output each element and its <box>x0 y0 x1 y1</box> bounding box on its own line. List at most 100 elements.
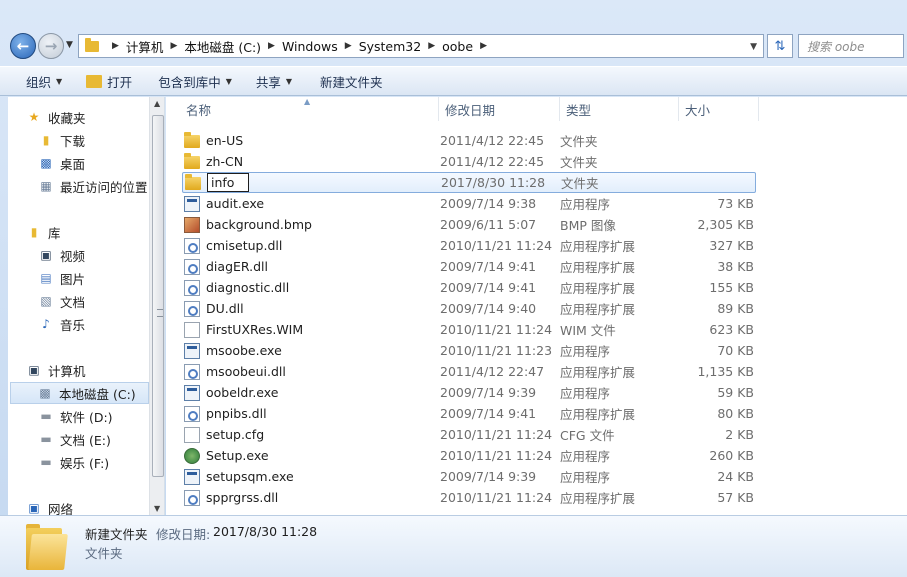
arrow-right-icon: → <box>44 37 58 55</box>
folder-icon <box>184 153 200 169</box>
breadcrumb-system32[interactable]: System32 <box>359 39 422 54</box>
file-type: 应用程序扩展 <box>560 239 636 254</box>
file-row[interactable]: spprgrss.dll 2010/11/21 11:24 应用程序扩展 57 KB <box>182 487 756 508</box>
file-row[interactable]: oobeldr.exe 2009/7/14 9:39 应用程序 59 KB <box>182 382 756 403</box>
refresh-button[interactable]: ⇅ <box>767 34 793 58</box>
column-header-date[interactable]: 修改日期 <box>439 97 560 121</box>
breadcrumb-windows[interactable]: Windows <box>282 39 338 54</box>
file-row[interactable]: diagER.dll 2009/7/14 9:41 应用程序扩展 38 KB <box>182 256 756 277</box>
nav-drive-d[interactable]: ▬ 软件 (D:) <box>38 405 164 427</box>
column-header-name[interactable]: 名称 ▲ <box>166 97 439 121</box>
nav-network[interactable]: ▣ 网络 <box>26 497 164 515</box>
file-row[interactable]: setup.cfg 2010/11/21 11:24 CFG 文件 2 KB <box>182 424 756 445</box>
folder-icon <box>85 37 99 52</box>
search-input[interactable]: 搜索 oobe <box>798 34 904 58</box>
file-date: 2011/4/12 22:45 <box>440 154 545 169</box>
file-row[interactable]: info 2017/8/30 11:28 文件夹 <box>182 172 756 193</box>
file-name: diagER.dll <box>206 259 268 274</box>
file-name-cell: Setup.exe <box>182 447 440 464</box>
file-name-cell: background.bmp <box>182 216 440 233</box>
navigation-pane: ★ 收藏夹 ▮ 下载 ▩ 桌面 ▦ 最近访问的位置 ▮ 库 ▣ 视频 ▤ 图片 ▧ 文档 ♪ 音乐… <box>8 97 165 515</box>
nav-desktop[interactable]: ▩ 桌面 <box>38 152 164 174</box>
nav-computer[interactable]: ▣ 计算机 <box>26 359 164 381</box>
file-row[interactable]: setupsqm.exe 2009/7/14 9:39 应用程序 24 KB <box>182 466 756 487</box>
file-date: 2010/11/21 11:23 <box>440 343 553 358</box>
open-button[interactable]: 打开 <box>78 69 140 93</box>
file-name-cell: cmisetup.dll <box>182 237 440 254</box>
nav-libraries[interactable]: ▮ 库 <box>26 221 164 243</box>
organize-button[interactable]: 组织 ▼ <box>18 69 70 93</box>
chevron-right-icon[interactable]: ▶ <box>345 41 352 51</box>
breadcrumb-computer[interactable]: 计算机 <box>126 37 164 56</box>
nav-drive-f[interactable]: ▬ 娱乐 (F:) <box>38 451 164 473</box>
scroll-up-icon[interactable]: ▲ <box>154 99 160 108</box>
file-row[interactable]: background.bmp 2009/6/11 5:07 BMP 图像 2,305 … <box>182 214 756 235</box>
file-row[interactable]: FirstUXRes.WIM 2010/11/21 11:24 WIM 文件 623 … <box>182 319 756 340</box>
file-type: WIM 文件 <box>560 323 616 338</box>
new-folder-button[interactable]: 新建文件夹 <box>312 69 391 93</box>
file-row[interactable]: Setup.exe 2010/11/21 11:24 应用程序 260 KB <box>182 445 756 466</box>
file-size: 24 KB <box>717 469 754 484</box>
nav-drive-e[interactable]: ▬ 文档 (E:) <box>38 428 164 450</box>
file-date: 2010/11/21 11:24 <box>440 322 553 337</box>
breadcrumb-drive-c[interactable]: 本地磁盘 (C:) <box>184 37 261 56</box>
file-type: 应用程序扩展 <box>560 407 636 422</box>
file-type: 文件夹 <box>560 134 598 149</box>
nav-downloads[interactable]: ▮ 下载 <box>38 129 164 151</box>
file-row[interactable]: pnpibs.dll 2009/7/14 9:41 应用程序扩展 80 KB <box>182 403 756 424</box>
file-row[interactable]: msoobeui.dll 2011/4/12 22:47 应用程序扩展 1,135 K… <box>182 361 756 382</box>
file-row[interactable]: msoobe.exe 2010/11/21 11:23 应用程序 70 KB <box>182 340 756 361</box>
dll-icon <box>184 300 200 317</box>
nav-videos[interactable]: ▣ 视频 <box>38 244 164 266</box>
chevron-right-icon[interactable]: ▶ <box>112 41 119 51</box>
share-button[interactable]: 共享 ▼ <box>248 69 300 93</box>
bmp-icon <box>184 216 200 233</box>
include-in-library-button[interactable]: 包含到库中 ▼ <box>150 69 240 93</box>
file-date: 2017/8/30 11:28 <box>441 175 546 190</box>
nav-favorites[interactable]: ★ 收藏夹 <box>26 106 164 128</box>
scroll-down-icon[interactable]: ▼ <box>154 504 160 513</box>
chevron-down-icon[interactable]: ▼ <box>750 42 757 52</box>
file-row[interactable]: diagnostic.dll 2009/7/14 9:41 应用程序扩展 155 KB <box>182 277 756 298</box>
nav-label: 音乐 <box>60 317 86 333</box>
scroll-thumb[interactable] <box>152 115 164 477</box>
file-date: 2011/4/12 22:47 <box>440 364 545 379</box>
file-name-cell: audit.exe <box>182 195 440 212</box>
file-row[interactable]: DU.dll 2009/7/14 9:40 应用程序扩展 89 KB <box>182 298 756 319</box>
nav-scrollbar[interactable]: ▲ ▼ <box>149 97 164 515</box>
file-size: 57 KB <box>717 490 754 505</box>
column-label: 修改日期 <box>445 102 496 118</box>
nav-documents[interactable]: ▧ 文档 <box>38 290 164 312</box>
address-bar[interactable]: ▶ 计算机 ▶ 本地磁盘 (C:) ▶ Windows ▶ System32 ▶… <box>78 34 764 58</box>
file-row[interactable]: zh-CN 2011/4/12 22:45 文件夹 <box>182 151 756 172</box>
file-name: spprgrss.dll <box>206 490 279 505</box>
file-row[interactable]: en-US 2011/4/12 22:45 文件夹 <box>182 130 756 151</box>
chevron-right-icon[interactable]: ▶ <box>428 41 435 51</box>
exe-icon <box>184 384 200 401</box>
nav-drive-c[interactable]: ▩ 本地磁盘 (C:) <box>10 382 149 404</box>
file-date: 2009/7/14 9:41 <box>440 280 537 295</box>
nav-pictures[interactable]: ▤ 图片 <box>38 267 164 289</box>
organize-label: 组织 <box>26 74 52 90</box>
open-folder-icon <box>86 74 103 88</box>
breadcrumb-oobe[interactable]: oobe <box>442 39 473 54</box>
recent-pages-dropdown[interactable]: ▼ <box>66 40 73 50</box>
nav-recent-places[interactable]: ▦ 最近访问的位置 <box>38 175 164 197</box>
column-header-size[interactable]: 大小 <box>679 97 759 121</box>
file-row[interactable]: cmisetup.dll 2010/11/21 11:24 应用程序扩展 327 KB <box>182 235 756 256</box>
chevron-right-icon[interactable]: ▶ <box>170 41 177 51</box>
dll-icon <box>184 363 200 380</box>
forward-button[interactable]: → <box>38 33 64 59</box>
file-date: 2011/4/12 22:45 <box>440 133 545 148</box>
file-name: cmisetup.dll <box>206 238 283 253</box>
chevron-right-icon[interactable]: ▶ <box>268 41 275 51</box>
drive-icon: ▬ <box>40 455 52 469</box>
back-button[interactable]: ← <box>10 33 36 59</box>
cfg-icon <box>184 426 200 443</box>
rename-input[interactable]: info <box>207 173 249 192</box>
chevron-right-icon[interactable]: ▶ <box>480 41 487 51</box>
nav-music[interactable]: ♪ 音乐 <box>38 313 164 335</box>
column-header-type[interactable]: 类型 <box>560 97 679 121</box>
new-folder-label: 新建文件夹 <box>320 74 383 90</box>
file-row[interactable]: audit.exe 2009/7/14 9:38 应用程序 73 KB <box>182 193 756 214</box>
